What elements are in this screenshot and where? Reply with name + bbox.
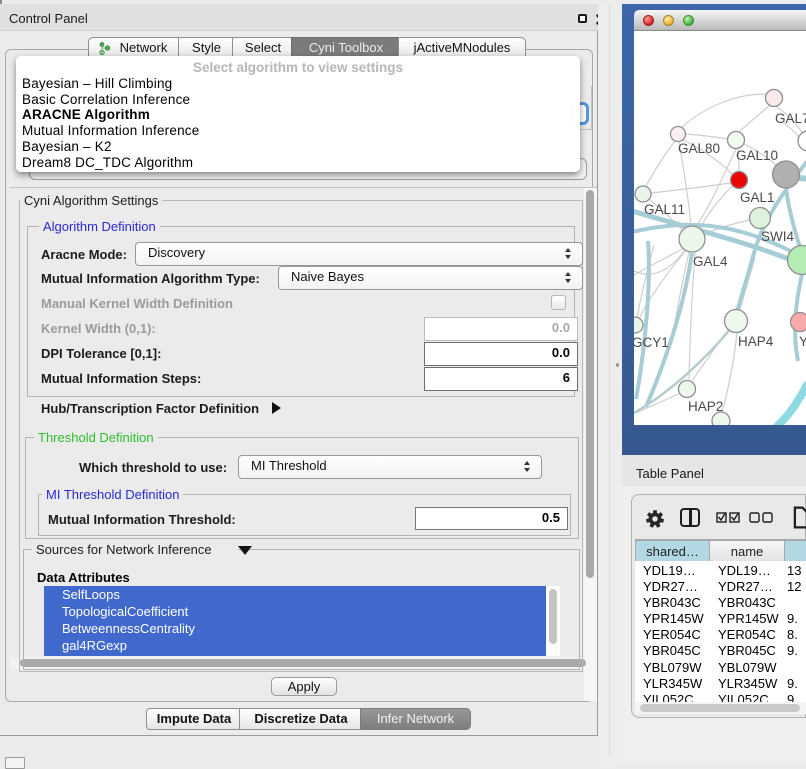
svg-text:GAL4: GAL4 — [693, 254, 728, 269]
svg-text:GAL10: GAL10 — [736, 148, 778, 163]
svg-text:GAL11: GAL11 — [644, 202, 685, 217]
svg-text:SWI4: SWI4 — [761, 229, 794, 244]
svg-text:GCY1: GCY1 — [634, 335, 669, 350]
svg-text:GAL1: GAL1 — [740, 190, 775, 205]
svg-text:Y: Y — [799, 334, 806, 349]
svg-text:GAL7: GAL7 — [775, 111, 806, 126]
svg-text:HAP2: HAP2 — [688, 399, 723, 414]
svg-text:HAP4: HAP4 — [738, 334, 774, 349]
svg-text:GAL80: GAL80 — [678, 141, 720, 156]
